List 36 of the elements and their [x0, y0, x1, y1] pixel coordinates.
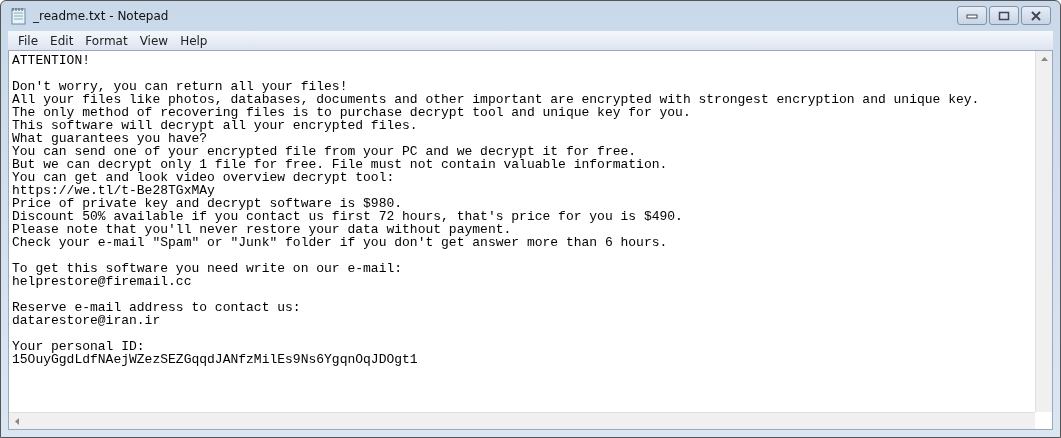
text-line: What guarantees you have? [12, 132, 208, 145]
text-line: You can send one of your encrypted file from your PC and we decrypt it for free. [12, 145, 638, 158]
menu-item[interactable]: File [12, 33, 45, 48]
text-line: Reserve e-mail address to contact us: [12, 301, 302, 314]
text-line: Your personal ID: [12, 340, 145, 353]
vertical-scrollbar[interactable] [1035, 51, 1052, 412]
minimize-icon [966, 12, 978, 19]
scroll-up-icon[interactable] [1040, 57, 1048, 61]
text-line: You can get and look video overview decrypt tool: [12, 171, 396, 184]
text-line: The only method of recovering files is to purchase decrypt tool and unique key for you. [12, 106, 692, 119]
text-line: But we can decrypt only 1 file for free. File must not contain valuable information. [12, 158, 669, 171]
text-line: datarestore@iran.ir [12, 314, 162, 327]
text-line: Check your e-mail "Spam" or "Junk" folder if you don't get answer more than 6 hours. [12, 236, 669, 249]
scroll-left-icon[interactable] [15, 417, 19, 425]
text-line: This software will decrypt all your encrypted files. [12, 119, 418, 132]
close-icon [1030, 10, 1042, 21]
text-line: To get this software you need write on our e-mail: [12, 262, 404, 275]
maximize-button[interactable] [989, 6, 1019, 25]
window-title: _readme.txt - Notepad [33, 9, 169, 23]
text-line: Price of private key and decrypt software is $980. [12, 197, 404, 210]
text-line: helprestore@firemail.cc [12, 275, 192, 288]
menu-item[interactable]: Help [174, 33, 214, 48]
notepad-icon [11, 7, 27, 25]
close-button[interactable] [1021, 6, 1051, 25]
menu-item[interactable]: View [133, 33, 175, 48]
menu-item[interactable]: Format [79, 33, 134, 48]
text-line: Discount 50% available if you contact us first 72 hours, that's price for you is $490. [12, 210, 684, 223]
text-line: 15OuyGgdLdfNAejWZezSEZGqqdJANfzMilEs9Ns6YgqnOqJDOgt1 [12, 353, 419, 366]
text-line: All your files like photos, databases, documents and other important are encrypted with strongest encryption and unique key. [12, 93, 981, 106]
text-line: Please note that you'll never restore your data without payment. [12, 223, 512, 236]
maximize-icon [998, 10, 1010, 21]
text-line: ATTENTION! [12, 54, 91, 67]
horizontal-scrollbar[interactable] [9, 412, 1035, 429]
text-line: Don't worry, you can return all your files! [12, 80, 349, 93]
text-line: https://we.tl/t-Be28TGxMAy [12, 184, 215, 197]
menu-item[interactable]: Edit [44, 33, 80, 48]
